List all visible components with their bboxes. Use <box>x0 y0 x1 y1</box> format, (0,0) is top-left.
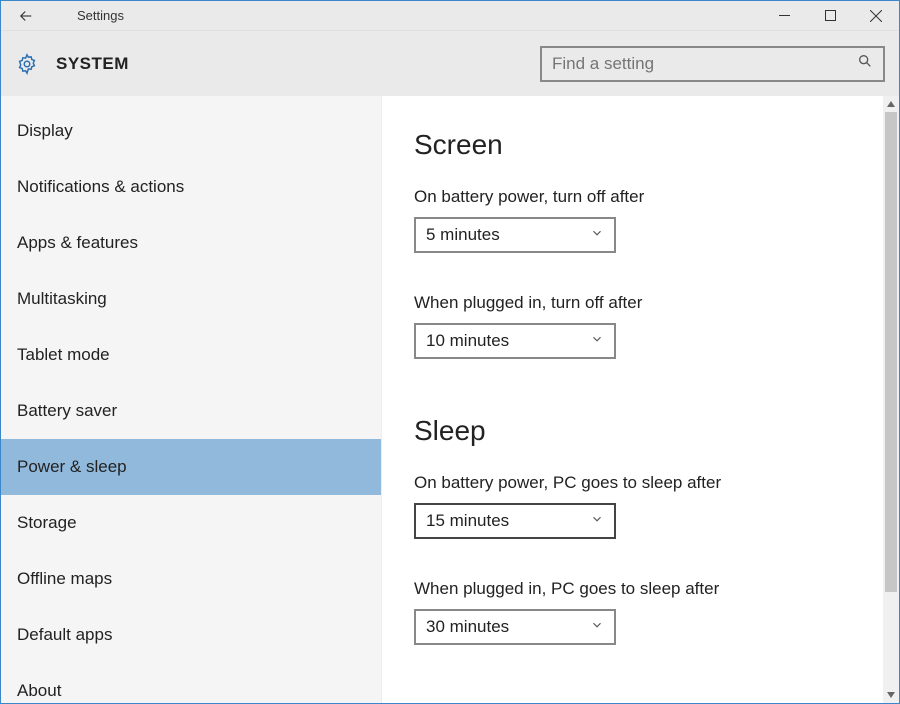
sidebar-item-label: Multitasking <box>17 289 107 309</box>
dropdown-value: 30 minutes <box>426 617 509 637</box>
sidebar-item-default-apps[interactable]: Default apps <box>1 607 381 663</box>
title-bar: Settings <box>1 1 899 31</box>
minimize-icon <box>779 10 790 21</box>
screen-battery-dropdown[interactable]: 5 minutes <box>414 217 616 253</box>
section-title-screen: Screen <box>414 129 869 161</box>
back-arrow-icon <box>17 7 35 25</box>
scroll-track[interactable] <box>883 112 899 687</box>
sidebar-item-label: Battery saver <box>17 401 117 421</box>
sidebar-item-label: Offline maps <box>17 569 112 589</box>
setting-label: When plugged in, PC goes to sleep after <box>414 579 869 599</box>
chevron-down-icon <box>590 511 604 531</box>
sidebar-item-apps-features[interactable]: Apps & features <box>1 215 381 271</box>
scroll-down-icon[interactable] <box>883 687 899 703</box>
sidebar-item-battery-saver[interactable]: Battery saver <box>1 383 381 439</box>
body: Display Notifications & actions Apps & f… <box>1 96 899 703</box>
back-button[interactable] <box>1 1 51 30</box>
sidebar-item-label: Storage <box>17 513 77 533</box>
header-title: SYSTEM <box>56 54 129 74</box>
screen-plugged-dropdown[interactable]: 10 minutes <box>414 323 616 359</box>
sidebar-item-notifications[interactable]: Notifications & actions <box>1 159 381 215</box>
header-bar: SYSTEM <box>1 31 899 96</box>
dropdown-value: 5 minutes <box>426 225 500 245</box>
dropdown-value: 15 minutes <box>426 511 509 531</box>
content-pane: Screen On battery power, turn off after … <box>382 96 899 703</box>
sidebar-item-multitasking[interactable]: Multitasking <box>1 271 381 327</box>
sidebar-item-display[interactable]: Display <box>1 103 381 159</box>
section-title-sleep: Sleep <box>414 415 869 447</box>
search-input[interactable] <box>552 54 857 74</box>
chevron-down-icon <box>590 331 604 351</box>
scroll-up-icon[interactable] <box>883 96 899 112</box>
chevron-down-icon <box>590 617 604 637</box>
close-button[interactable] <box>853 1 899 30</box>
minimize-button[interactable] <box>761 1 807 30</box>
sidebar-item-power-sleep[interactable]: Power & sleep <box>1 439 381 495</box>
window-title: Settings <box>77 8 124 23</box>
sidebar-item-label: Notifications & actions <box>17 177 184 197</box>
gear-icon <box>16 53 38 75</box>
close-icon <box>870 10 882 22</box>
sidebar-item-label: Apps & features <box>17 233 138 253</box>
chevron-down-icon <box>590 225 604 245</box>
vertical-scrollbar[interactable] <box>883 96 899 703</box>
setting-label: On battery power, turn off after <box>414 187 869 207</box>
sidebar-item-label: About <box>17 681 61 701</box>
sleep-battery-dropdown[interactable]: 15 minutes <box>414 503 616 539</box>
setting-label: When plugged in, turn off after <box>414 293 869 313</box>
sidebar-item-label: Power & sleep <box>17 457 127 477</box>
sidebar-item-label: Tablet mode <box>17 345 110 365</box>
sidebar-item-tablet-mode[interactable]: Tablet mode <box>1 327 381 383</box>
sidebar-item-offline-maps[interactable]: Offline maps <box>1 551 381 607</box>
dropdown-value: 10 minutes <box>426 331 509 351</box>
scroll-thumb[interactable] <box>885 112 897 592</box>
sidebar-item-label: Display <box>17 121 73 141</box>
maximize-icon <box>825 10 836 21</box>
search-icon <box>857 53 873 74</box>
sidebar-item-about[interactable]: About <box>1 663 381 703</box>
sidebar-item-label: Default apps <box>17 625 112 645</box>
setting-label: On battery power, PC goes to sleep after <box>414 473 869 493</box>
sidebar: Display Notifications & actions Apps & f… <box>1 96 382 703</box>
search-box[interactable] <box>540 46 885 82</box>
sidebar-item-storage[interactable]: Storage <box>1 495 381 551</box>
maximize-button[interactable] <box>807 1 853 30</box>
sleep-plugged-dropdown[interactable]: 30 minutes <box>414 609 616 645</box>
settings-window: Settings SYSTEM Display <box>0 0 900 704</box>
